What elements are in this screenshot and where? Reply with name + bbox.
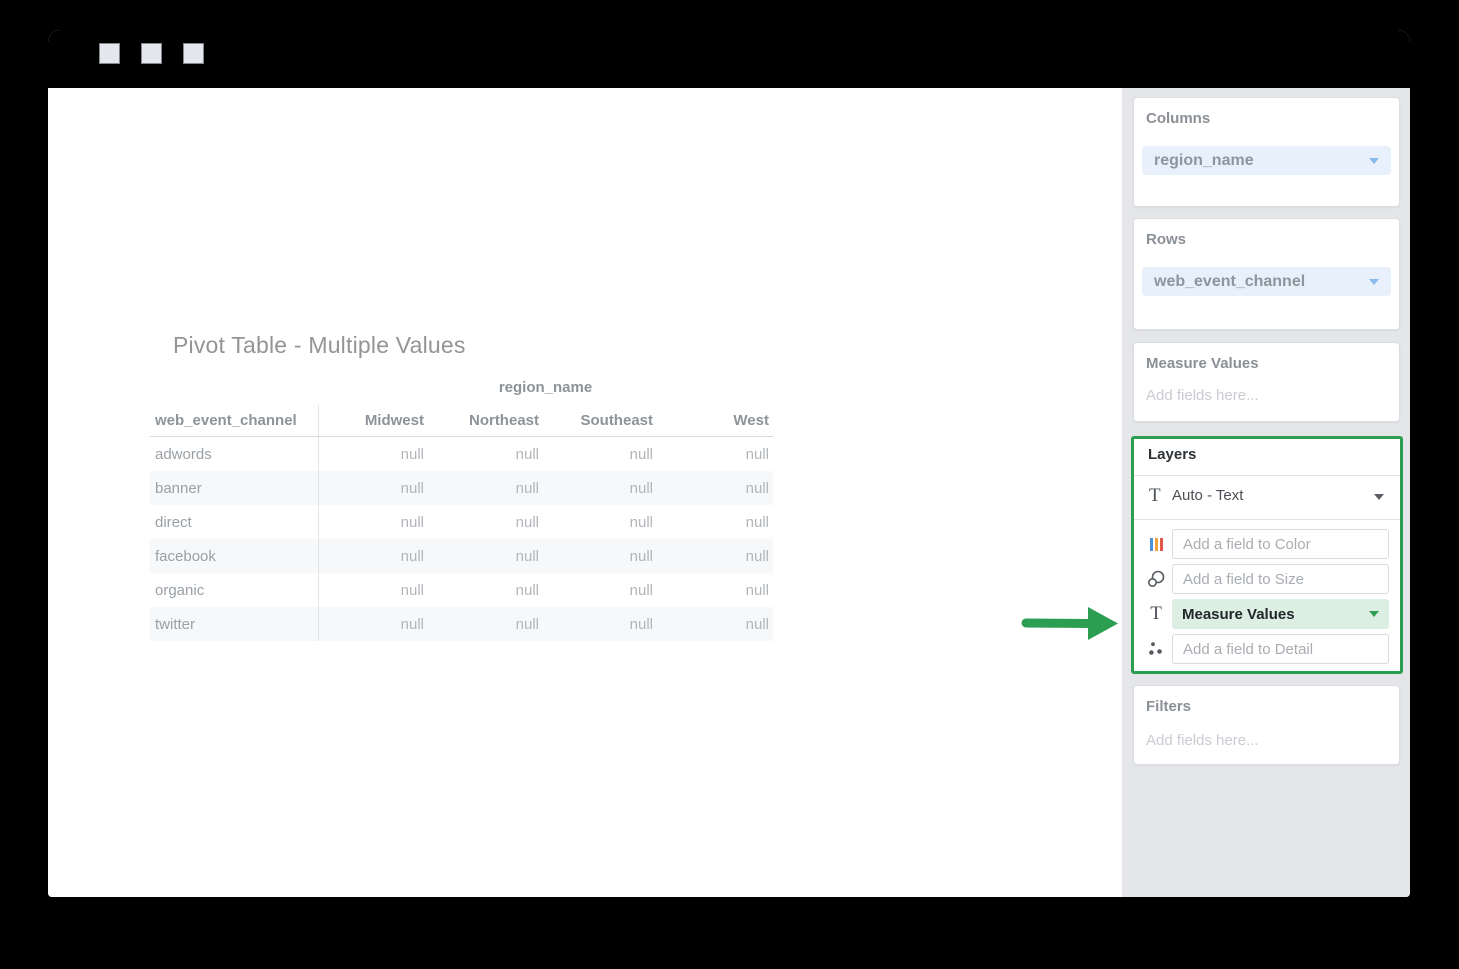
size-field-input[interactable]	[1172, 564, 1389, 594]
detail-slot-row	[1134, 634, 1400, 664]
cell-value: null	[428, 437, 543, 472]
window-content: Pivot Table - Multiple Values region_nam…	[48, 88, 1410, 897]
window-control-icon[interactable]	[141, 43, 162, 64]
filters-dropzone[interactable]: Add fields here...	[1146, 732, 1259, 749]
size-slot-row	[1134, 564, 1400, 594]
text-icon: T	[1146, 599, 1166, 629]
cell-value: null	[543, 573, 657, 607]
text-field-label: Measure Values	[1182, 606, 1295, 623]
column-header: West	[657, 405, 773, 437]
measure-values-panel: Measure Values Add fields here...	[1133, 342, 1400, 422]
table-row: directnullnullnullnull	[150, 505, 773, 539]
columns-panel-title: Columns	[1146, 110, 1210, 127]
pivot-data-table: web_event_channelMidwestNortheastSouthea…	[150, 405, 773, 641]
cell-value: null	[428, 539, 543, 573]
row-label: facebook	[150, 539, 318, 573]
cell-value: null	[428, 573, 543, 607]
table-row: twitternullnullnullnull	[150, 607, 773, 641]
cell-value: null	[428, 505, 543, 539]
layer-type-dropdown[interactable]: T Auto - Text	[1134, 475, 1400, 519]
chevron-down-icon	[1369, 611, 1379, 617]
rows-panel: Rows web_event_channel	[1133, 218, 1400, 330]
columns-panel: Columns region_name	[1133, 97, 1400, 207]
column-dimension-header: region_name	[318, 376, 773, 405]
visualization-canvas: Pivot Table - Multiple Values region_nam…	[48, 88, 1122, 897]
divider	[1134, 519, 1400, 520]
cell-value: null	[657, 607, 773, 641]
row-label: direct	[150, 505, 318, 539]
cell-value: null	[318, 471, 428, 505]
cell-value: null	[543, 607, 657, 641]
text-icon: T	[1149, 485, 1161, 507]
layers-panel: Layers T Auto - Text	[1131, 436, 1403, 674]
color-bars-icon	[1146, 529, 1166, 559]
table-row: facebooknullnullnullnull	[150, 539, 773, 573]
cell-value: null	[318, 573, 428, 607]
rows-field-pill[interactable]: web_event_channel	[1142, 267, 1391, 296]
field-configuration-sidebar: Columns region_name Rows web_event_chann…	[1122, 88, 1410, 897]
cell-value: null	[428, 607, 543, 641]
cell-value: null	[543, 437, 657, 472]
row-label: adwords	[150, 437, 318, 472]
row-label: organic	[150, 573, 318, 607]
column-header: Southeast	[543, 405, 657, 437]
rows-panel-title: Rows	[1146, 231, 1186, 248]
detail-field-input[interactable]	[1172, 634, 1389, 664]
column-header: Midwest	[318, 405, 428, 437]
pivot-header-row: web_event_channelMidwestNortheastSouthea…	[150, 405, 773, 437]
cell-value: null	[657, 471, 773, 505]
chevron-down-icon	[1374, 494, 1384, 500]
window-control-icon[interactable]	[99, 43, 120, 64]
row-label: twitter	[150, 607, 318, 641]
row-dimension-header: web_event_channel	[150, 405, 318, 437]
table-row: adwordsnullnullnullnull	[150, 437, 773, 472]
chevron-down-icon	[1369, 158, 1379, 164]
app-window: Pivot Table - Multiple Values region_nam…	[48, 30, 1410, 897]
size-circles-icon	[1146, 564, 1166, 594]
pivot-body: adwordsnullnullnullnullbannernullnullnul…	[150, 437, 773, 642]
layers-panel-title: Layers	[1148, 446, 1196, 463]
columns-field-pill[interactable]: region_name	[1142, 146, 1391, 175]
chevron-down-icon	[1369, 279, 1379, 285]
window-titlebar	[48, 30, 1410, 88]
annotation-arrow-icon	[1014, 598, 1124, 648]
table-row: bannernullnullnullnull	[150, 471, 773, 505]
cell-value: null	[657, 505, 773, 539]
cell-value: null	[543, 539, 657, 573]
rows-field-label: web_event_channel	[1154, 273, 1305, 291]
visualization-title: Pivot Table - Multiple Values	[173, 332, 466, 359]
color-field-input[interactable]	[1172, 529, 1389, 559]
cell-value: null	[318, 505, 428, 539]
cell-value: null	[657, 437, 773, 472]
filters-panel: Filters Add fields here...	[1133, 685, 1400, 765]
cell-value: null	[657, 539, 773, 573]
filters-panel-title: Filters	[1146, 698, 1191, 715]
color-slot-row	[1134, 529, 1400, 559]
text-slot-row: T Measure Values	[1134, 599, 1400, 629]
layer-type-label: Auto - Text	[1172, 487, 1243, 504]
measure-values-dropzone[interactable]: Add fields here...	[1146, 387, 1259, 404]
window-control-icon[interactable]	[183, 43, 204, 64]
cell-value: null	[318, 607, 428, 641]
measure-values-panel-title: Measure Values	[1146, 355, 1259, 372]
cell-value: null	[318, 437, 428, 472]
cell-value: null	[428, 471, 543, 505]
cell-value: null	[657, 573, 773, 607]
text-field-pill[interactable]: Measure Values	[1172, 599, 1389, 629]
cell-value: null	[543, 471, 657, 505]
columns-field-label: region_name	[1154, 152, 1254, 170]
table-row: organicnullnullnullnull	[150, 573, 773, 607]
column-header: Northeast	[428, 405, 543, 437]
pivot-table: region_name web_event_channelMidwestNort…	[150, 376, 773, 641]
cell-value: null	[543, 505, 657, 539]
detail-dots-icon	[1146, 634, 1166, 664]
row-label: banner	[150, 471, 318, 505]
cell-value: null	[318, 539, 428, 573]
